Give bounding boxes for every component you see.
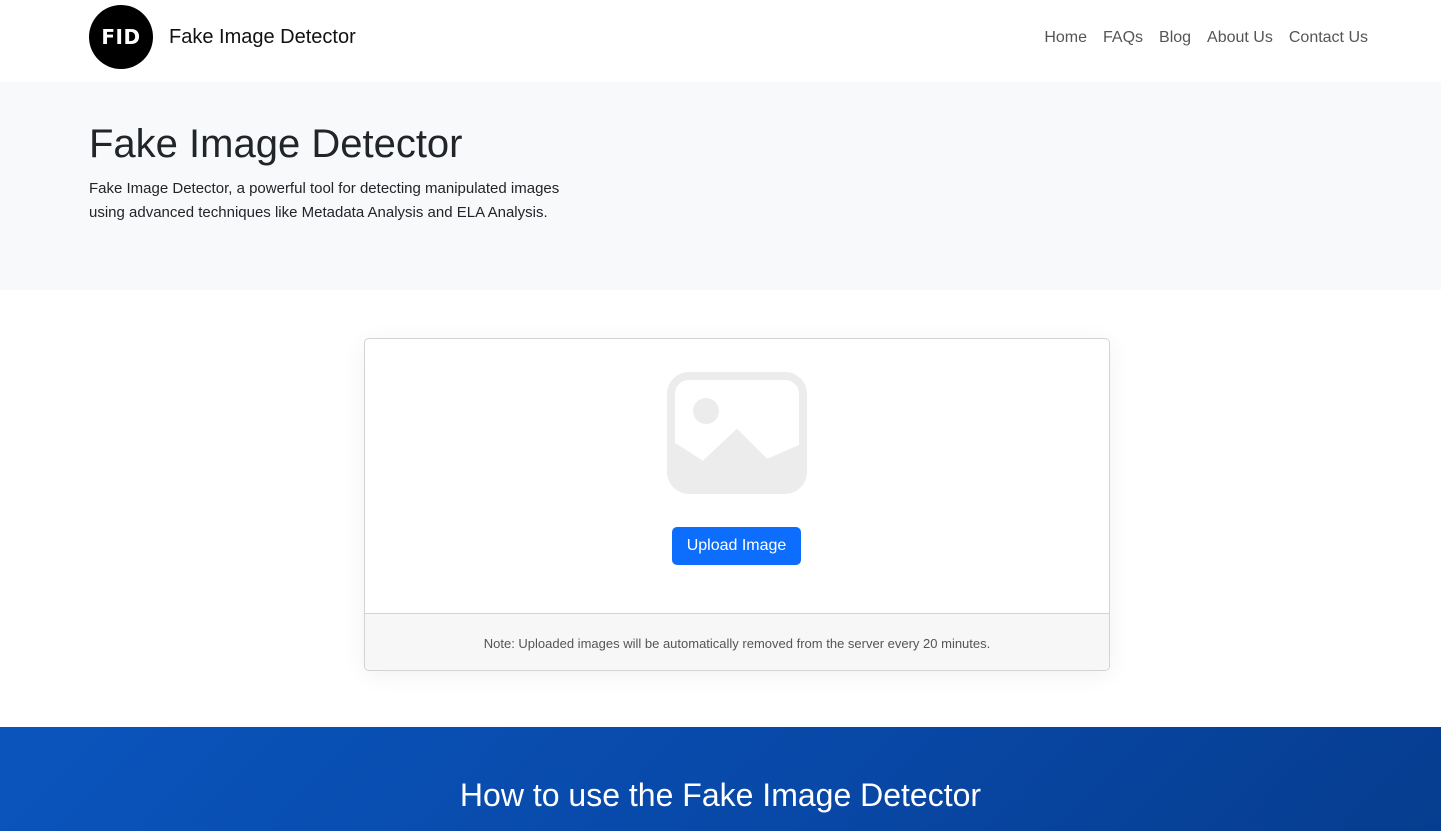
- hero-section: Fake Image Detector Fake Image Detector,…: [0, 82, 1441, 290]
- upload-card-body: Upload Image: [365, 339, 1109, 614]
- brand-link[interactable]: FID Fake Image Detector: [89, 5, 356, 69]
- brand-name: Fake Image Detector: [169, 25, 356, 48]
- nav-about-us[interactable]: About Us: [1199, 24, 1281, 52]
- hero-description: Fake Image Detector, a powerful tool for…: [89, 180, 560, 221]
- upload-image-button[interactable]: Upload Image: [672, 527, 801, 565]
- navbar: FID Fake Image Detector Home FAQs Blog A…: [0, 0, 1441, 82]
- main-nav: Home FAQs Blog About Us Contact Us: [1036, 24, 1376, 52]
- how-to-section: How to use the Fake Image Detector: [0, 727, 1441, 831]
- nav-blog[interactable]: Blog: [1151, 24, 1199, 52]
- brand-logo: FID: [89, 5, 153, 69]
- image-placeholder-icon: [667, 372, 807, 494]
- upload-note: Note: Uploaded images will be automatica…: [365, 613, 1109, 670]
- upload-card: Upload Image Note: Uploaded images will …: [364, 338, 1110, 671]
- page-title: Fake Image Detector: [89, 122, 463, 166]
- how-to-title: How to use the Fake Image Detector: [459, 777, 982, 813]
- nav-contact-us[interactable]: Contact Us: [1281, 24, 1376, 52]
- nav-faqs[interactable]: FAQs: [1095, 24, 1151, 52]
- nav-home[interactable]: Home: [1036, 24, 1095, 52]
